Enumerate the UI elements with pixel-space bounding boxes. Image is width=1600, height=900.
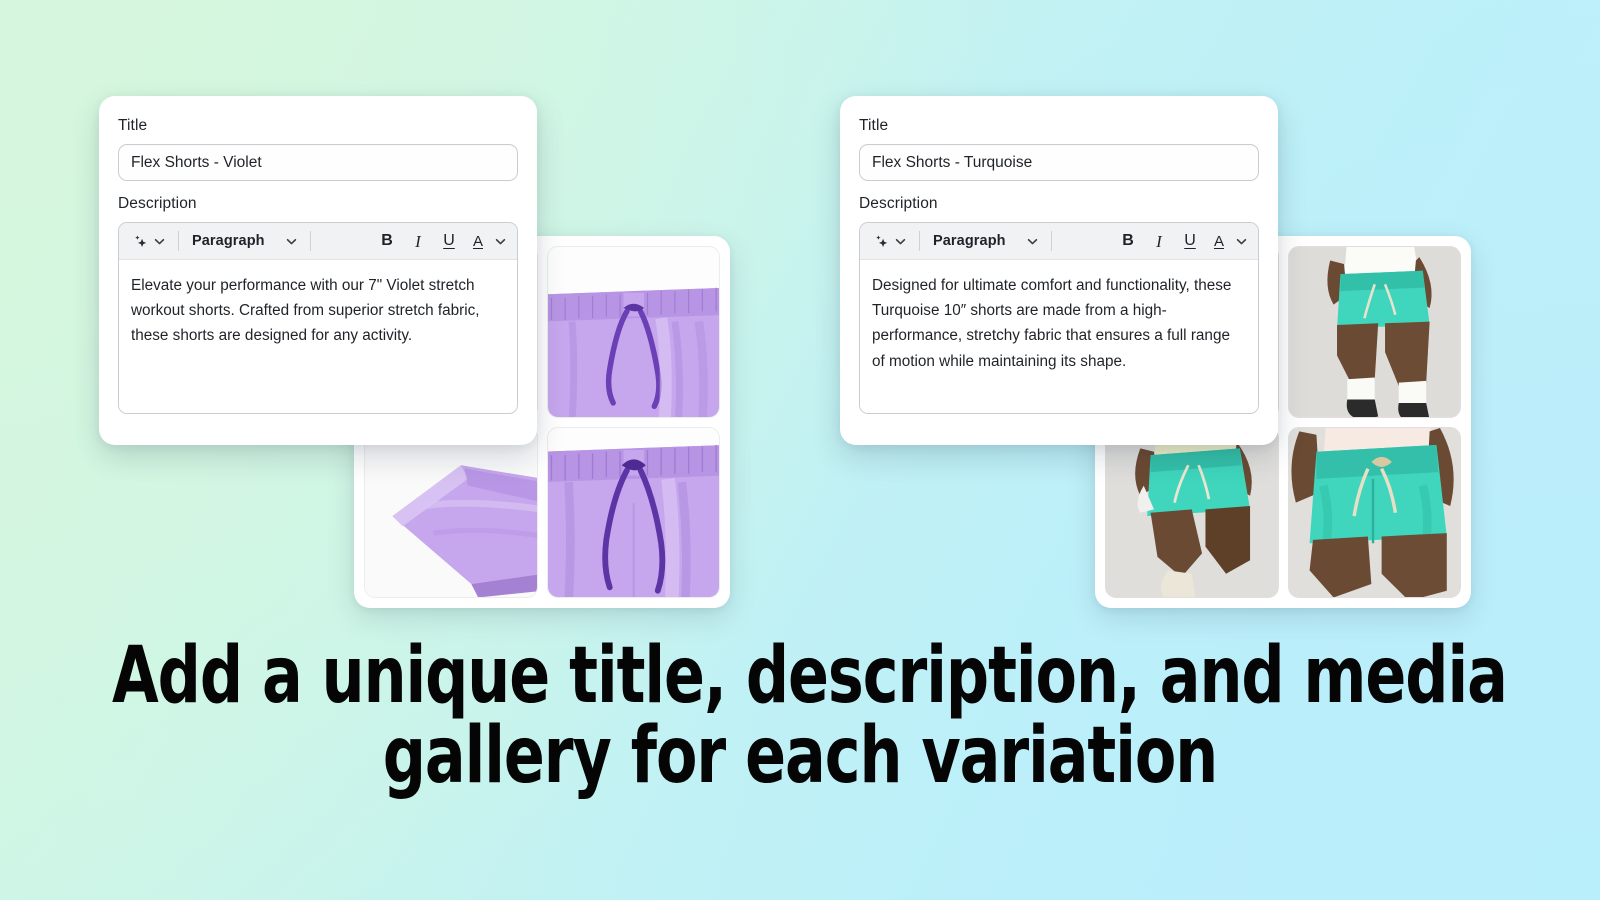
text-color-label: A bbox=[1213, 232, 1224, 250]
sparkle-icon bbox=[135, 235, 147, 247]
chevron-down-icon bbox=[1027, 238, 1037, 245]
editor-toolbar: Paragraph B I U A bbox=[119, 223, 517, 261]
description-text[interactable]: Designed for ultimate comfort and functi… bbox=[860, 260, 1258, 414]
toolbar-divider bbox=[309, 231, 311, 252]
chevron-down-icon bbox=[895, 238, 906, 245]
chevron-down-icon[interactable] bbox=[1236, 238, 1247, 245]
description-text[interactable]: Elevate your performance with our 7" Vio… bbox=[119, 260, 517, 414]
gallery-tile[interactable] bbox=[546, 426, 720, 598]
violet-shorts-waistband-image bbox=[547, 247, 719, 417]
title-input[interactable]: Flex Shorts - Turquoise bbox=[859, 144, 1259, 182]
violet-shorts-drawstring-image bbox=[547, 427, 719, 597]
violet-variation-card: Title Flex Shorts - Violet Description P… bbox=[99, 96, 537, 445]
turquoise-shorts-model-front-image bbox=[1288, 247, 1460, 417]
block-style-dropdown[interactable]: Paragraph bbox=[929, 228, 1042, 254]
gallery-tile[interactable] bbox=[1105, 426, 1279, 598]
underline-button[interactable]: U bbox=[1178, 233, 1202, 249]
description-label: Description bbox=[859, 195, 938, 213]
description-editor[interactable]: Paragraph B I U A Designed for ultimate … bbox=[859, 222, 1259, 415]
toolbar-divider bbox=[178, 231, 179, 252]
toolbar-divider bbox=[1050, 231, 1052, 252]
gallery-tile[interactable] bbox=[1287, 246, 1461, 418]
headline-line-1: Add a unique title, description, and med… bbox=[112, 631, 1508, 721]
turquoise-shorts-model-walking-image bbox=[1106, 427, 1278, 597]
toolbar-divider bbox=[919, 231, 920, 252]
text-color-button[interactable]: A bbox=[1209, 234, 1229, 249]
turquoise-shorts-model-detail-image bbox=[1288, 427, 1460, 597]
headline-line-2: gallery for each variation bbox=[382, 711, 1219, 802]
block-style-label: Paragraph bbox=[933, 233, 1006, 250]
description-label: Description bbox=[118, 195, 197, 213]
turquoise-variation-card: Title Flex Shorts - Turquoise Descriptio… bbox=[840, 96, 1278, 445]
gallery-tile[interactable] bbox=[364, 426, 538, 598]
chevron-down-icon bbox=[286, 238, 296, 245]
description-editor[interactable]: Paragraph B I U A Elevate your performan… bbox=[118, 222, 518, 415]
sparkle-icon bbox=[876, 235, 888, 247]
ai-assist-button[interactable] bbox=[128, 228, 169, 254]
bold-button[interactable]: B bbox=[1116, 233, 1140, 249]
title-input[interactable]: Flex Shorts - Violet bbox=[118, 144, 518, 182]
bold-button[interactable]: B bbox=[375, 233, 399, 249]
promo-stage: Title Flex Shorts - Violet Description P… bbox=[0, 0, 1600, 900]
text-color-button[interactable]: A bbox=[468, 234, 488, 249]
promo-headline: Add a unique title, description, and med… bbox=[112, 631, 1508, 802]
italic-button[interactable]: I bbox=[1147, 233, 1171, 250]
chevron-down-icon[interactable] bbox=[495, 238, 506, 245]
title-label: Title bbox=[118, 117, 148, 134]
chevron-down-icon bbox=[154, 238, 165, 245]
block-style-label: Paragraph bbox=[192, 233, 265, 250]
ai-assist-button[interactable] bbox=[869, 228, 910, 254]
block-style-dropdown[interactable]: Paragraph bbox=[188, 228, 301, 254]
title-label: Title bbox=[859, 117, 889, 134]
text-color-label: A bbox=[472, 232, 483, 250]
italic-button[interactable]: I bbox=[406, 233, 430, 250]
editor-toolbar: Paragraph B I U A bbox=[860, 223, 1258, 261]
gallery-tile[interactable] bbox=[546, 246, 720, 418]
gallery-tile[interactable] bbox=[1287, 426, 1461, 598]
underline-button[interactable]: U bbox=[437, 233, 461, 249]
violet-shorts-folded-hem-image bbox=[365, 427, 537, 597]
